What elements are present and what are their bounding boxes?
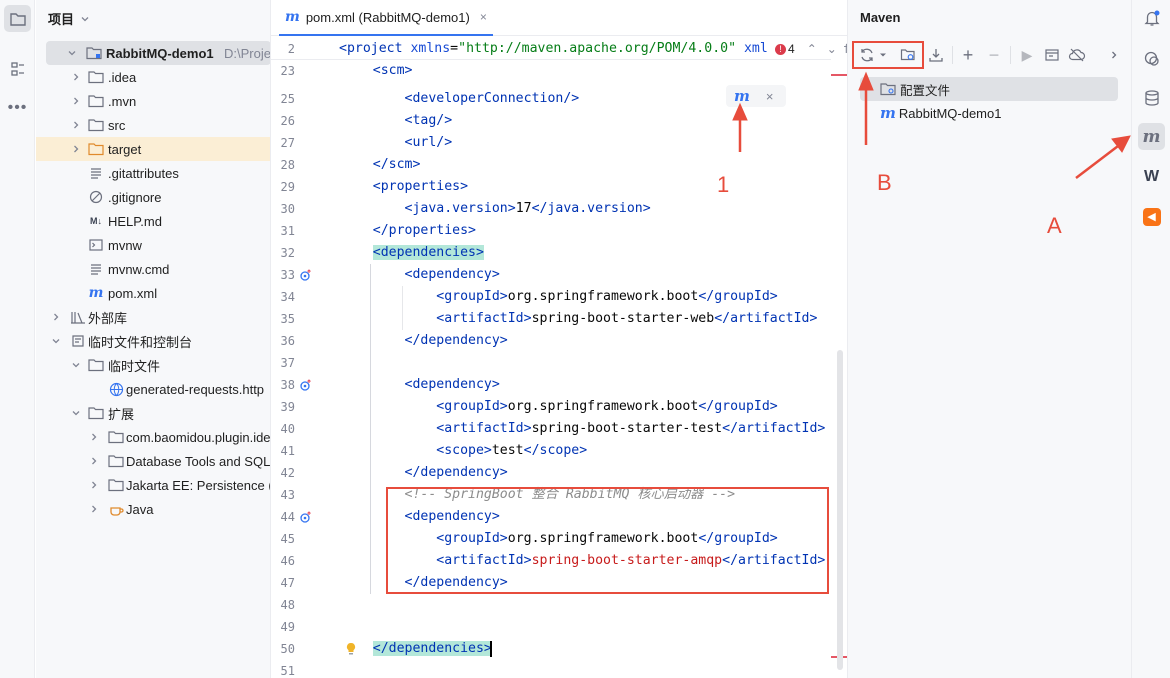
ide-window: ••• 项目 RabbitMQ-demo1D:\Project\t.idea.m… xyxy=(0,0,1170,678)
annotation-label-a: A xyxy=(1047,213,1062,238)
annotation-arrows xyxy=(732,71,1131,179)
annotation-label-1: 1 xyxy=(717,172,730,197)
annotation-label-b: B xyxy=(877,170,892,195)
